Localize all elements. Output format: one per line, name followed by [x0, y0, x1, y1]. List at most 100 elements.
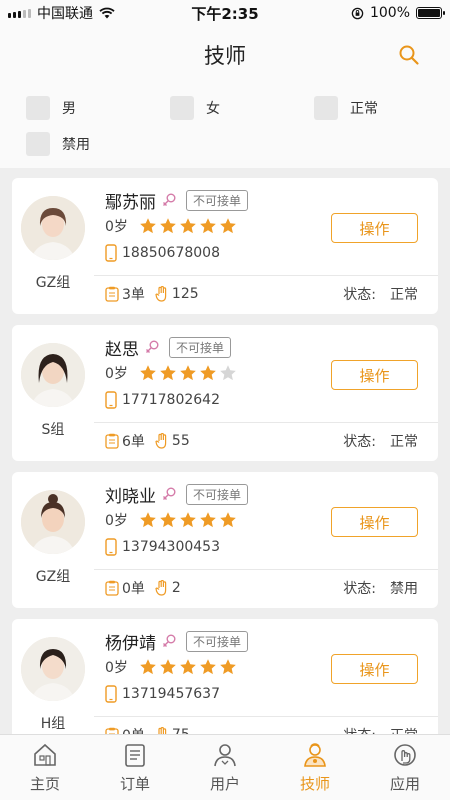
- star-filled-icon: [200, 365, 216, 381]
- technician-name: 杨伊靖: [105, 634, 156, 654]
- phone-number: 13794300453: [122, 539, 220, 555]
- star-filled-icon: [200, 512, 216, 528]
- carrier-label: 中国联通: [37, 6, 93, 22]
- filter-female[interactable]: 女: [170, 96, 220, 120]
- order-icon: [105, 727, 119, 734]
- user-icon: [214, 744, 236, 767]
- filter-disabled-checkbox[interactable]: [26, 132, 50, 156]
- technician-list[interactable]: GZ组 鄢苏丽 不可接单 0岁 18850678008 操作 3单 125 状态…: [0, 168, 450, 734]
- status-label: 状态:: [343, 581, 376, 597]
- tab-home[interactable]: 主页: [0, 735, 90, 800]
- star-filled-icon: [180, 365, 196, 381]
- tab-technicians-label: 技师: [299, 775, 330, 793]
- star-filled-icon: [160, 512, 176, 528]
- operate-button[interactable]: 操作: [331, 213, 418, 243]
- availability-badge: 不可接单: [169, 337, 232, 358]
- avatar: [21, 343, 85, 407]
- star-filled-icon: [160, 218, 176, 234]
- star-filled-icon: [180, 512, 196, 528]
- filter-disabled[interactable]: 禁用: [26, 132, 90, 156]
- rating-stars: [139, 217, 237, 235]
- female-icon: [163, 193, 176, 206]
- order-count: 3单: [122, 287, 145, 303]
- filter-panel: 男 女 正常 禁用: [0, 84, 450, 168]
- tab-technicians[interactable]: 技师: [270, 735, 360, 800]
- orientation-lock-icon: [351, 7, 364, 19]
- hand-icon: [155, 286, 167, 302]
- technician-card[interactable]: H组 杨伊靖 不可接单 0岁 13719457637 操作 0单 75: [12, 619, 438, 734]
- technician-card[interactable]: S组 赵思 不可接单 0岁 17717802642 操作 6单 55 状态: 正…: [12, 325, 438, 461]
- availability-badge: 不可接单: [186, 631, 249, 652]
- star-filled-icon: [200, 218, 216, 234]
- like-count: 125: [171, 286, 199, 302]
- wifi-icon: [99, 7, 115, 19]
- page-title: 技师: [204, 44, 246, 68]
- phone-icon: [105, 244, 117, 262]
- filter-female-label: 女: [206, 101, 220, 117]
- star-filled-icon: [180, 218, 196, 234]
- rating-stars: [139, 364, 237, 382]
- like-count: 55: [171, 433, 190, 449]
- filter-disabled-label: 禁用: [62, 137, 90, 153]
- status-label: 状态:: [343, 434, 376, 450]
- order-icon: [105, 580, 119, 596]
- hand-icon: [155, 580, 167, 596]
- status-value: 正常: [390, 287, 418, 303]
- apps-icon: [394, 744, 416, 766]
- group-label: H组: [40, 716, 66, 732]
- avatar: [21, 490, 85, 554]
- technician-card[interactable]: GZ组 刘晓业 不可接单 0岁 13794300453 操作 0单 2 状态: …: [12, 472, 438, 608]
- status-label: 状态:: [343, 287, 376, 303]
- filter-female-checkbox[interactable]: [170, 96, 194, 120]
- star-filled-icon: [140, 365, 156, 381]
- availability-badge: 不可接单: [186, 484, 249, 505]
- bottom-tab-bar: 主页 订单 用户 技师 应用: [0, 734, 450, 800]
- order-count: 0单: [122, 581, 145, 597]
- phone-icon: [105, 538, 117, 556]
- star-filled-icon: [220, 218, 236, 234]
- group-label: GZ组: [35, 275, 71, 291]
- filter-male-checkbox[interactable]: [26, 96, 50, 120]
- tab-apps-label: 应用: [389, 775, 420, 793]
- availability-badge: 不可接单: [186, 190, 249, 211]
- star-filled-icon: [160, 365, 176, 381]
- order-icon: [105, 286, 119, 302]
- female-icon: [146, 340, 159, 353]
- tab-orders[interactable]: 订单: [90, 735, 180, 800]
- tab-apps[interactable]: 应用: [360, 735, 450, 800]
- avatar: [21, 637, 85, 701]
- search-icon[interactable]: [398, 44, 420, 66]
- technician-name: 鄢苏丽: [105, 193, 156, 213]
- group-label: S组: [41, 422, 65, 438]
- technician-name: 刘晓业: [105, 487, 156, 507]
- age-label: 0岁: [105, 366, 128, 382]
- filter-male[interactable]: 男: [26, 96, 76, 120]
- status-value: 正常: [390, 434, 418, 450]
- nav-bar: 技师: [0, 26, 450, 84]
- filter-normal-checkbox[interactable]: [314, 96, 338, 120]
- status-time: 下午2:35: [191, 4, 259, 23]
- home-icon: [34, 743, 56, 766]
- filter-normal-label: 正常: [350, 101, 378, 117]
- age-label: 0岁: [105, 513, 128, 529]
- operate-button[interactable]: 操作: [331, 654, 418, 684]
- order-icon: [105, 433, 119, 449]
- phone-icon: [105, 685, 117, 703]
- filter-normal[interactable]: 正常: [314, 96, 378, 120]
- filter-male-label: 男: [62, 101, 76, 117]
- hand-icon: [158, 727, 167, 734]
- star-filled-icon: [140, 218, 156, 234]
- technician-card[interactable]: GZ组 鄢苏丽 不可接单 0岁 18850678008 操作 3单 125 状态…: [12, 178, 438, 314]
- operate-button[interactable]: 操作: [331, 507, 418, 537]
- tab-users[interactable]: 用户: [180, 735, 270, 800]
- operate-button[interactable]: 操作: [331, 360, 418, 390]
- star-filled-icon: [180, 659, 196, 675]
- age-label: 0岁: [105, 660, 128, 676]
- status-value: 正常: [390, 725, 418, 734]
- star-filled-icon: [140, 659, 156, 675]
- rating-stars: [139, 511, 237, 529]
- order-icon: [125, 744, 145, 767]
- divider: [94, 716, 438, 717]
- phone-number: 18850678008: [122, 245, 220, 261]
- technician-icon: [304, 743, 326, 767]
